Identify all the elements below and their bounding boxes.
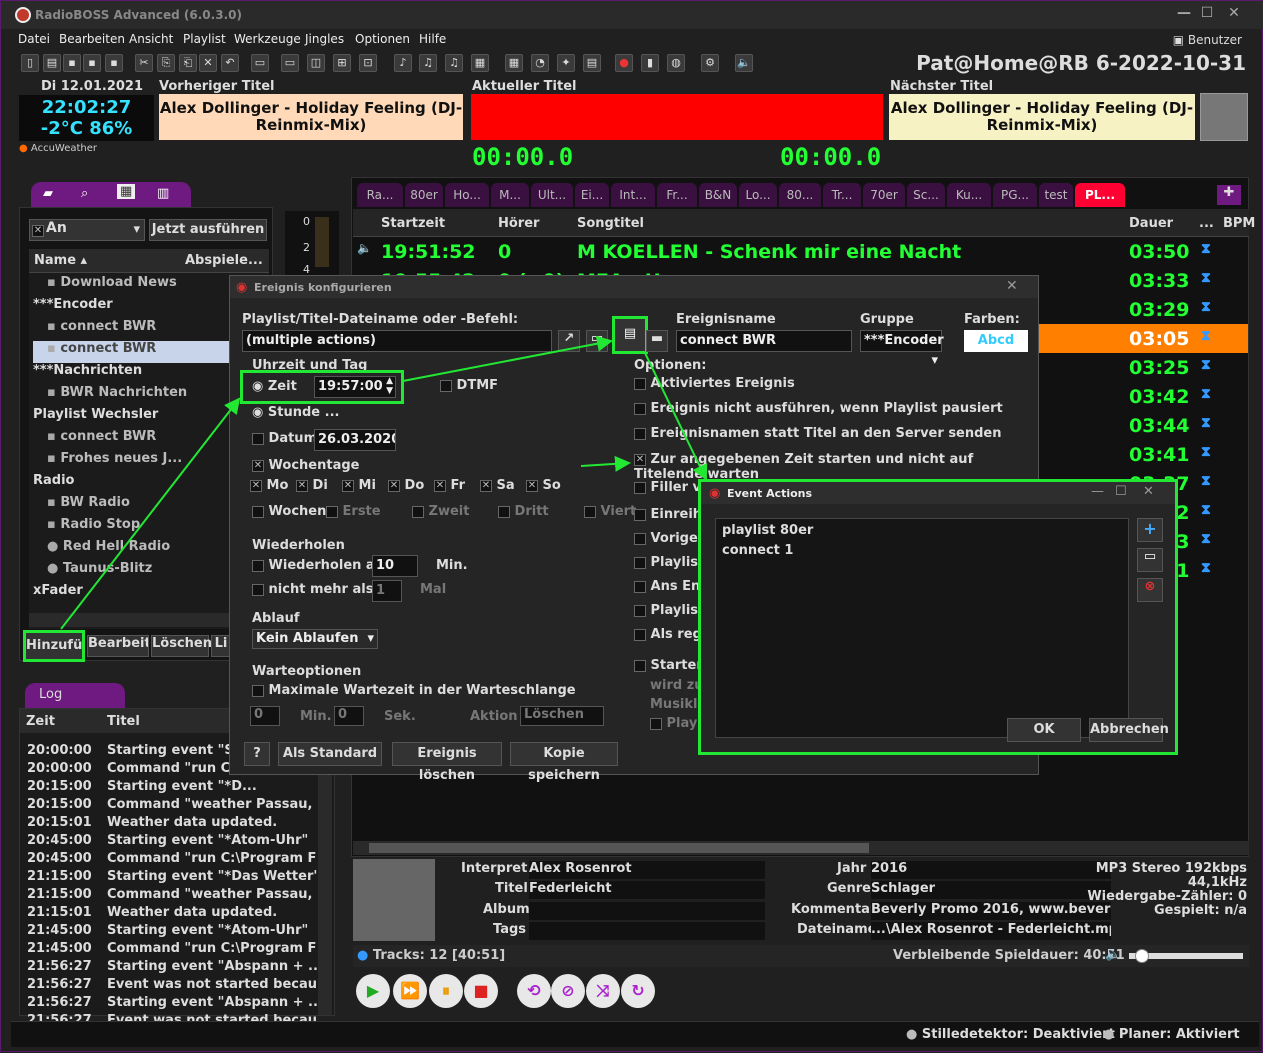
arrow-to-event-actions [644,352,708,481]
event-actions-list: playlist 80er connect 1 [715,518,1129,738]
event-actions-dialog: ◉ Event Actions — ☐ ✕ playlist 80er conn… [698,479,1178,755]
event-actions-titlebar: ◉ Event Actions — ☐ ✕ [701,482,1175,504]
ea-close-icon[interactable]: ✕ [1143,484,1154,499]
main-window: RadioBOSS Advanced (6.0.3.0) — ☐ ✕ Datei… [0,0,1263,1052]
ea-minimize-icon[interactable]: — [1091,484,1104,499]
ok-button[interactable]: OK [1007,718,1081,742]
event-actions-icon: ◉ [709,486,721,501]
edit-action-icon[interactable]: ▭ [1137,548,1163,572]
add-action-icon[interactable]: + [1137,518,1163,542]
action-item[interactable]: playlist 80er [722,523,813,538]
arrow-time-to-actions [402,335,613,382]
event-actions-title: Event Actions [727,487,813,500]
arrow-to-option [580,455,631,472]
action-item[interactable]: connect 1 [722,543,793,558]
arrow-add-to-time [60,397,241,630]
cancel-button[interactable]: Abbrechen [1089,718,1169,742]
delete-action-icon[interactable]: ⊗ [1137,578,1163,602]
ea-maximize-icon[interactable]: ☐ [1115,484,1127,499]
